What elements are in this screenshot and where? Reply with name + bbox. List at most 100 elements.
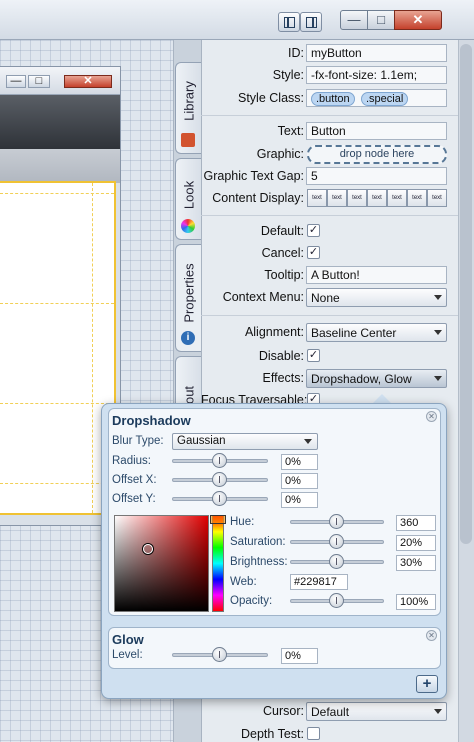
default-label: Default: bbox=[260, 224, 304, 238]
context-menu-select[interactable]: None bbox=[306, 288, 447, 307]
tab-look[interactable]: Look bbox=[175, 158, 201, 240]
web-color-field[interactable]: #229817 bbox=[290, 574, 348, 590]
graphic-text-gap-label: Graphic Text Gap: bbox=[203, 169, 304, 183]
saturation-slider-thumb[interactable] bbox=[329, 534, 344, 549]
opacity-slider-thumb[interactable] bbox=[329, 593, 344, 608]
glow-card bbox=[108, 627, 441, 669]
canvas-header bbox=[0, 149, 120, 183]
hue-bar[interactable] bbox=[212, 515, 224, 612]
section-divider bbox=[201, 215, 458, 216]
cancel-label: Cancel: bbox=[261, 246, 304, 260]
offset-y-slider-thumb[interactable] bbox=[212, 491, 227, 506]
look-icon bbox=[181, 219, 195, 233]
canvas-maximize-button[interactable]: □ bbox=[28, 75, 50, 88]
offset-x-field[interactable]: 0% bbox=[281, 473, 318, 489]
color-saturation-brightness-area[interactable] bbox=[114, 515, 209, 612]
offset-x-label: Offset X: bbox=[112, 474, 157, 486]
color-picker-handle[interactable] bbox=[143, 544, 153, 554]
alignment-select[interactable]: Baseline Center bbox=[306, 323, 447, 342]
graphic-drop-target[interactable]: drop node here bbox=[307, 145, 447, 164]
dropshadow-title: Dropshadow bbox=[112, 413, 191, 428]
graphic-text-gap-field[interactable]: 5 bbox=[306, 167, 447, 185]
guide-line bbox=[0, 403, 114, 404]
chevron-down-icon bbox=[304, 439, 312, 444]
guide-line bbox=[92, 183, 93, 513]
chevron-down-icon bbox=[434, 295, 442, 300]
close-button[interactable]: ✕ bbox=[394, 10, 442, 30]
content-display-option[interactable]: text bbox=[307, 189, 327, 207]
guide-line bbox=[0, 193, 114, 194]
canvas-close-button[interactable]: ✕ bbox=[64, 75, 112, 88]
glow-level-field[interactable]: 0% bbox=[281, 648, 318, 664]
depth-test-checkbox[interactable] bbox=[307, 727, 320, 740]
brightness-label: Brightness: bbox=[230, 556, 288, 568]
tab-properties[interactable]: Properties i bbox=[175, 244, 201, 352]
graphic-label: Graphic: bbox=[256, 147, 304, 161]
cursor-select[interactable]: Default bbox=[306, 702, 447, 721]
library-icon bbox=[181, 133, 195, 147]
offset-x-slider-thumb[interactable] bbox=[212, 472, 227, 487]
cursor-label: Cursor: bbox=[263, 704, 304, 718]
hue-label: Hue: bbox=[230, 516, 255, 528]
glow-level-label: Level: bbox=[112, 649, 143, 661]
alignment-value: Baseline Center bbox=[311, 326, 397, 340]
offset-y-field[interactable]: 0% bbox=[281, 492, 318, 508]
hue-slider-thumb[interactable] bbox=[329, 514, 344, 529]
section-divider bbox=[201, 315, 458, 316]
content-display-option[interactable]: text bbox=[367, 189, 387, 207]
style-class-field[interactable]: .button .special bbox=[306, 89, 447, 107]
add-effect-button[interactable]: + bbox=[416, 675, 438, 693]
disable-label: Disable: bbox=[258, 349, 304, 363]
hue-field[interactable]: 360 bbox=[396, 515, 436, 531]
content-display-option[interactable]: text bbox=[327, 189, 347, 207]
section-divider bbox=[201, 115, 458, 116]
offset-y-label: Offset Y: bbox=[112, 493, 156, 505]
content-display-option[interactable]: text bbox=[347, 189, 367, 207]
hue-bar-marker[interactable] bbox=[210, 515, 226, 524]
text-field[interactable]: Button bbox=[306, 122, 447, 140]
guide-line bbox=[0, 483, 114, 484]
panel-scrollbar-thumb[interactable] bbox=[460, 44, 472, 544]
opacity-label: Opacity: bbox=[230, 595, 273, 607]
remove-glow-button[interactable]: ✕ bbox=[426, 630, 437, 641]
cursor-value: Default bbox=[311, 705, 350, 719]
saturation-field[interactable]: 20% bbox=[396, 535, 436, 551]
saturation-label: Saturation: bbox=[230, 536, 286, 548]
effects-select[interactable]: Dropshadow, Glow bbox=[306, 369, 447, 388]
style-class-tag[interactable]: .special bbox=[361, 92, 409, 106]
toggle-right-panel-button[interactable] bbox=[300, 12, 322, 32]
toggle-left-panel-button[interactable] bbox=[278, 12, 300, 32]
effects-value: Dropshadow, Glow bbox=[311, 372, 412, 386]
radius-label: Radius: bbox=[112, 455, 151, 467]
content-display-label: Content Display: bbox=[212, 191, 304, 205]
guide-line bbox=[0, 303, 114, 304]
id-field[interactable]: myButton bbox=[306, 44, 447, 62]
style-class-label: Style Class: bbox=[238, 91, 304, 105]
style-field[interactable]: -fx-font-size: 1.1em; bbox=[306, 66, 447, 84]
glow-level-slider-thumb[interactable] bbox=[212, 647, 227, 662]
content-display-option[interactable]: text bbox=[427, 189, 447, 207]
brightness-slider-thumb[interactable] bbox=[329, 554, 344, 569]
maximize-button[interactable]: □ bbox=[367, 10, 395, 30]
content-display-option[interactable]: text bbox=[387, 189, 407, 207]
style-class-tag[interactable]: .button bbox=[311, 92, 355, 106]
content-display-option[interactable]: text bbox=[407, 189, 427, 207]
panel-right-icon bbox=[306, 17, 317, 28]
minimize-button[interactable]: — bbox=[340, 10, 368, 30]
design-canvas[interactable] bbox=[0, 181, 116, 515]
tab-library[interactable]: Library bbox=[175, 62, 201, 154]
blur-type-select[interactable]: Gaussian bbox=[172, 433, 318, 450]
close-icon: ✕ bbox=[428, 412, 435, 421]
default-checkbox[interactable]: ✓ bbox=[307, 224, 320, 237]
disable-checkbox[interactable]: ✓ bbox=[307, 349, 320, 362]
context-menu-label: Context Menu: bbox=[222, 290, 304, 304]
chevron-down-icon bbox=[434, 330, 442, 335]
opacity-field[interactable]: 100% bbox=[396, 594, 436, 610]
brightness-field[interactable]: 30% bbox=[396, 555, 436, 571]
radius-slider-thumb[interactable] bbox=[212, 453, 227, 468]
radius-field[interactable]: 0% bbox=[281, 454, 318, 470]
cancel-checkbox[interactable]: ✓ bbox=[307, 246, 320, 259]
remove-dropshadow-button[interactable]: ✕ bbox=[426, 411, 437, 422]
tooltip-field[interactable]: A Button! bbox=[306, 266, 447, 284]
canvas-minimize-button[interactable]: — bbox=[6, 75, 26, 88]
